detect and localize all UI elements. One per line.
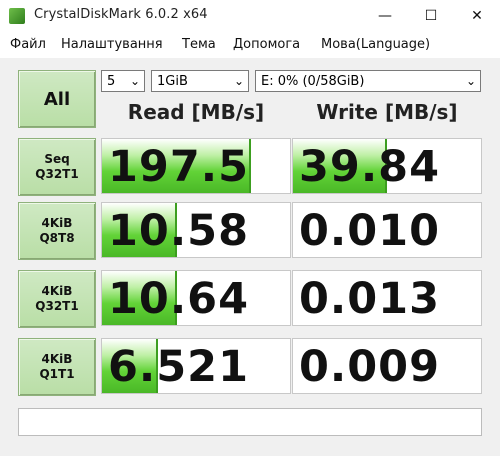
window-title: CrystalDiskMark 6.0.2 x64 — [34, 7, 208, 22]
write-value: 39.84 — [299, 142, 441, 192]
chevron-down-icon: ⌄ — [465, 74, 476, 88]
menu-settings[interactable]: Налаштування — [61, 37, 163, 52]
menu-help[interactable]: Допомога — [233, 37, 300, 52]
minimize-icon: — — [378, 7, 392, 24]
close-icon: ✕ — [471, 7, 483, 24]
drive-select[interactable]: E: 0% (0/58GiB) ⌄ — [255, 70, 481, 92]
read-result-cell: 10.58 — [101, 202, 291, 258]
read-value: 10.64 — [108, 274, 250, 324]
close-button[interactable]: ✕ — [454, 0, 500, 31]
read-result-cell: 6.521 — [101, 338, 291, 394]
read-value: 10.58 — [108, 206, 250, 256]
test-button-0[interactable]: Seq Q32T1 — [18, 138, 96, 196]
size-select[interactable]: 1GiB ⌄ — [151, 70, 249, 92]
test-label-line1: 4KiB — [41, 352, 73, 366]
menu-bar: Файл Налаштування Тема Допомога Мова(Lan… — [0, 31, 500, 58]
test-label-line1: 4KiB — [41, 284, 73, 298]
menu-language[interactable]: Мова(Language) — [321, 37, 430, 52]
status-bar — [18, 408, 482, 436]
write-value: 0.013 — [299, 274, 441, 324]
menu-theme[interactable]: Тема — [182, 37, 216, 52]
read-value: 6.521 — [108, 342, 250, 392]
size-value: 1GiB — [157, 74, 188, 89]
title-bar: CrystalDiskMark 6.0.2 x64 — ☐ ✕ — [0, 0, 500, 31]
test-button-2[interactable]: 4KiB Q32T1 — [18, 270, 96, 328]
test-button-1[interactable]: 4KiB Q8T8 — [18, 202, 96, 260]
write-header: Write [MB/s] — [316, 100, 458, 124]
write-result-cell: 39.84 — [292, 138, 482, 194]
chevron-down-icon: ⌄ — [129, 74, 140, 88]
chevron-down-icon: ⌄ — [233, 74, 244, 88]
test-label-line1: Seq — [44, 152, 70, 166]
test-label-line2: Q32T1 — [35, 299, 79, 313]
write-value: 0.009 — [299, 342, 441, 392]
app-icon — [9, 8, 25, 24]
count-value: 5 — [107, 74, 116, 89]
count-select[interactable]: 5 ⌄ — [101, 70, 145, 92]
read-header: Read [MB/s] — [127, 100, 265, 124]
read-result-cell: 197.5 — [101, 138, 291, 194]
test-label-line1: 4KiB — [41, 216, 73, 230]
write-result-cell: 0.010 — [292, 202, 482, 258]
read-value: 197.5 — [108, 142, 250, 192]
all-button[interactable]: All — [18, 70, 96, 128]
menu-file[interactable]: Файл — [10, 37, 46, 52]
write-result-cell: 0.013 — [292, 270, 482, 326]
test-label-line2: Q32T1 — [35, 167, 79, 181]
test-label-line2: Q8T8 — [39, 231, 75, 245]
maximize-button[interactable]: ☐ — [408, 0, 454, 31]
test-button-3[interactable]: 4KiB Q1T1 — [18, 338, 96, 396]
minimize-button[interactable]: — — [362, 0, 408, 31]
read-result-cell: 10.64 — [101, 270, 291, 326]
maximize-icon: ☐ — [424, 7, 438, 24]
write-value: 0.010 — [299, 206, 441, 256]
drive-value: E: 0% (0/58GiB) — [261, 74, 365, 89]
test-label-line2: Q1T1 — [39, 367, 75, 381]
write-result-cell: 0.009 — [292, 338, 482, 394]
